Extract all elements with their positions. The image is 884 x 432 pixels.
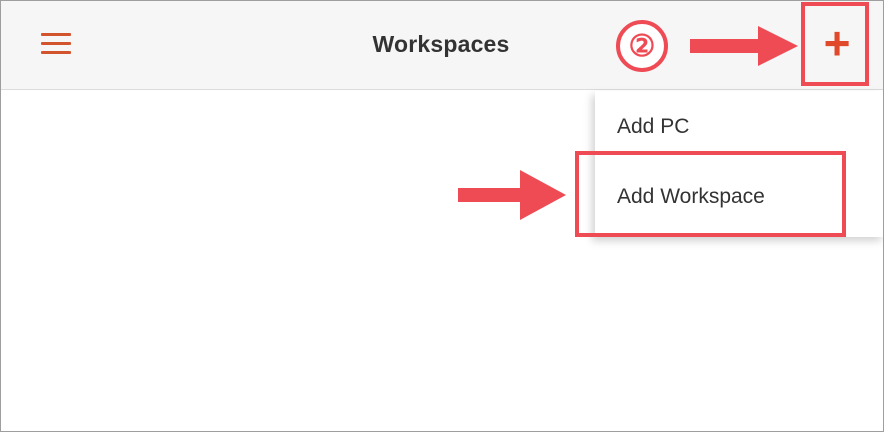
- add-workspace-highlight: [575, 151, 846, 237]
- step-number-marker: ②: [616, 20, 668, 72]
- menu-line: [41, 51, 71, 54]
- right-arrow-icon: [690, 26, 798, 66]
- add-button-highlight: [801, 2, 869, 86]
- menu-line: [41, 42, 71, 45]
- menu-item-label: Add PC: [617, 115, 690, 138]
- page-title: Workspaces: [372, 31, 510, 57]
- menu-line: [41, 33, 71, 36]
- arrow-shape: [458, 170, 566, 220]
- right-arrow-icon: [458, 170, 566, 220]
- menu-item-add-pc[interactable]: Add PC: [595, 91, 883, 159]
- arrow-shape: [690, 26, 798, 66]
- hamburger-menu-icon[interactable]: [41, 33, 71, 55]
